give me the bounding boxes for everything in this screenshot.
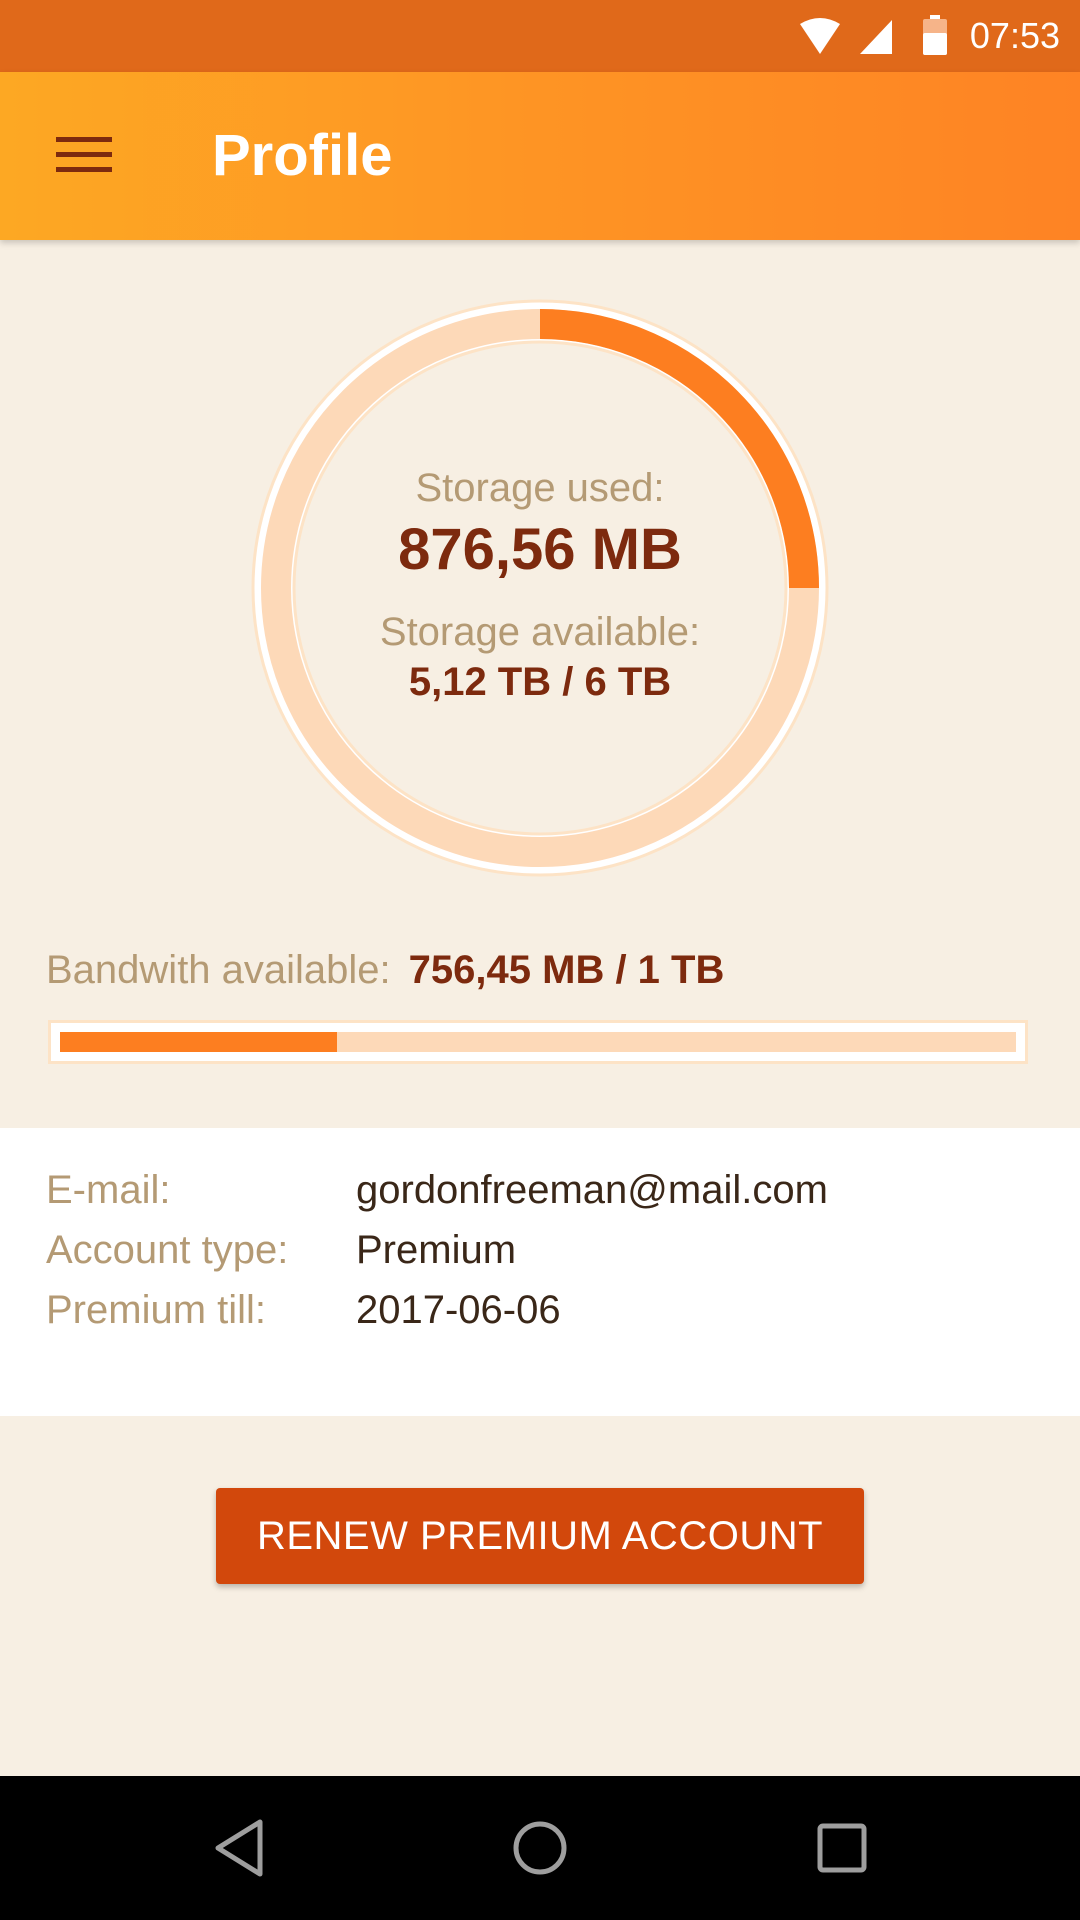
account-type-row: Account type: Premium <box>46 1220 516 1280</box>
back-button[interactable] <box>200 1812 280 1884</box>
recents-button[interactable] <box>802 1812 882 1884</box>
battery-icon <box>922 15 948 57</box>
hamburger-menu-icon <box>56 135 112 180</box>
storage-used-value: 876,56 MB <box>398 517 682 582</box>
premium-till-value: 2017-06-06 <box>356 1288 561 1332</box>
storage-available-label: Storage available: <box>379 610 701 654</box>
email-row: E-mail: gordonfreeman@mail.com <box>46 1160 828 1220</box>
account-type-label: Account type: <box>46 1228 289 1272</box>
page-title: Profile <box>212 123 393 188</box>
renew-premium-button[interactable]: RENEW PREMIUM ACCOUNT <box>216 1488 864 1584</box>
status-bar: 07:53 <box>0 0 1080 72</box>
back-icon <box>200 1819 280 1888</box>
app-bar: Profile <box>0 72 1080 240</box>
bandwidth-progress-fill <box>60 1032 338 1052</box>
email-label: E-mail: <box>46 1168 171 1212</box>
account-type-value: Premium <box>356 1228 517 1272</box>
home-icon <box>500 1821 580 1888</box>
storage-summary: Storage used: 876,56 MB Storage availabl… <box>250 298 830 878</box>
wifi-icon <box>798 14 842 58</box>
status-time: 07:53 <box>969 15 1060 56</box>
status-icons: 07:53 <box>798 0 1060 72</box>
email-value: gordonfreeman@mail.com <box>356 1168 828 1212</box>
storage-used-label: Storage used: <box>415 466 665 510</box>
navigation-bar <box>0 1776 1080 1920</box>
account-info-panel: E-mail: gordonfreeman@mail.com Account ty… <box>0 1128 1080 1416</box>
bandwidth-row: Bandwith available: 756,45 MB / 1 TB <box>46 942 724 998</box>
bandwidth-progress-bar <box>48 1020 1028 1064</box>
recents-icon <box>802 1823 882 1888</box>
cell-signal-icon <box>856 16 896 56</box>
bandwidth-label: Bandwith available: <box>46 948 391 992</box>
premium-till-label: Premium till: <box>46 1288 267 1332</box>
home-button[interactable] <box>500 1812 580 1884</box>
bandwidth-progress-track <box>60 1032 1016 1052</box>
menu-button[interactable] <box>44 122 124 192</box>
bandwidth-value: 756,45 MB / 1 TB <box>408 948 725 992</box>
premium-till-row: Premium till: 2017-06-06 <box>46 1280 561 1340</box>
storage-available-value: 5,12 TB / 6 TB <box>408 660 672 704</box>
